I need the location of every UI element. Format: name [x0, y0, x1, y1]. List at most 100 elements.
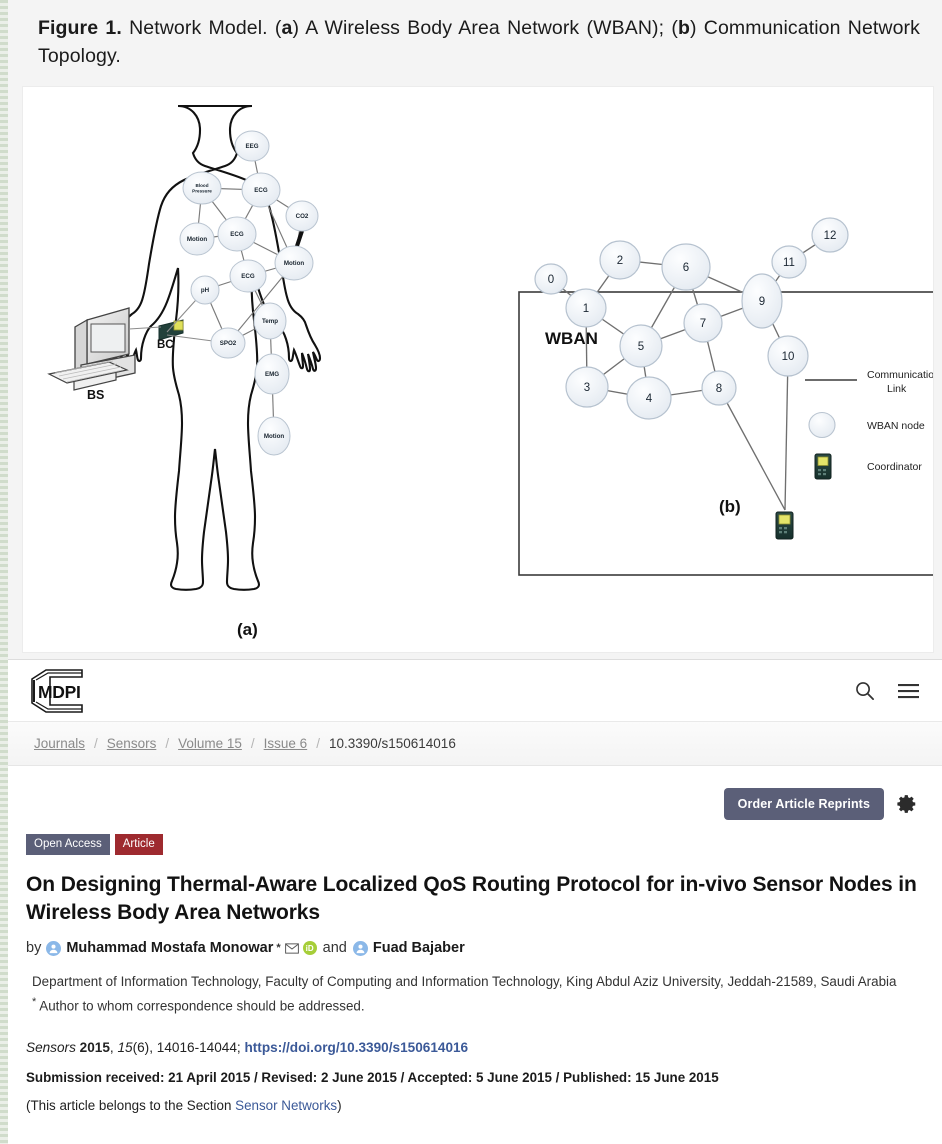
panel-a-body-diagram: BS BC EEGBloodPressure ECGCO2ECGMotionMo…	[47, 104, 322, 591]
avatar	[46, 940, 62, 956]
breadcrumb-item-doi: 10.3390/s150614016	[328, 736, 456, 751]
section-prefix: (This article belongs to the Section	[26, 1098, 236, 1114]
order-article-reprints-button[interactable]: Order Article Reprints	[723, 788, 884, 820]
legend-node-icon	[808, 411, 836, 439]
wban-node-5: 5	[619, 324, 663, 368]
avatar	[352, 940, 368, 956]
affiliation-block: Department of Information Technology, Fa…	[26, 972, 926, 1017]
mdpi-logo-text: MDPI	[38, 682, 81, 702]
sensor-node-bp: BloodPressure	[182, 171, 222, 205]
status-badge-article-type[interactable]: Article	[114, 834, 163, 855]
breadcrumb-item-sensors[interactable]: Sensors	[107, 736, 157, 751]
wban-node-3: 3	[565, 366, 609, 408]
wban-node-label: 2	[617, 255, 623, 267]
correspondence-note-text: Author to whom correspondence should be …	[39, 998, 365, 1014]
wban-node-10: 10	[767, 335, 809, 377]
citation-line: Sensors 2015, 15(6), 14016-14044; https:…	[26, 1037, 926, 1059]
correspondence-marker: *	[32, 996, 37, 1009]
article-action-row: Order Article Reprints	[26, 766, 926, 820]
wban-node-label: 3	[584, 382, 590, 394]
sensor-node-ph: pH	[190, 275, 220, 305]
section-suffix: )	[337, 1098, 342, 1114]
figure-caption-label: Figure 1.	[38, 17, 122, 39]
citation-comma2: ,	[149, 1040, 157, 1056]
breadcrumb: Journals / Sensors / Volume 15 / Issue 6…	[8, 722, 942, 766]
mdpi-logo[interactable]: MDPI	[26, 668, 92, 714]
sensor-node-label: pH	[201, 287, 210, 294]
sensor-node-label: Motion	[187, 236, 207, 243]
affiliation-text: Department of Information Technology, Fa…	[32, 974, 897, 990]
breadcrumb-item-journals[interactable]: Journals	[34, 736, 85, 751]
sensor-node-label: ECG	[254, 187, 268, 194]
by-label: by	[26, 940, 42, 957]
citation-volume: 15	[117, 1040, 133, 1056]
sensor-node-label: CO2	[296, 213, 309, 220]
author-name-1[interactable]: Muhammad Mostafa Monowar	[66, 940, 273, 956]
wban-node-11: 11	[771, 245, 807, 279]
citation-issue: (6)	[132, 1040, 150, 1056]
wban-node-0: 0	[534, 263, 568, 295]
left-edge-rail	[0, 0, 8, 1144]
wban-node-label: 9	[759, 296, 765, 308]
author-name-2[interactable]: Fuad Bajaber	[373, 940, 465, 956]
panel-b-topology: WBAN 0123456789101112 Communication Link…	[518, 217, 933, 576]
article-container: Order Article Reprints Open Access Artic…	[8, 766, 942, 1144]
sensor-node-label: ECG	[230, 231, 244, 238]
wban-node-label: 0	[548, 274, 554, 286]
sensor-node-label: Blood	[195, 183, 208, 188]
correspondence-note: * Author to whom correspondence should b…	[32, 994, 926, 1017]
base-station-icon	[47, 307, 136, 391]
wban-node-9: 9	[741, 273, 783, 329]
wban-node-2: 2	[599, 240, 641, 280]
section-link[interactable]: Sensor Networks	[235, 1098, 337, 1113]
author-list: by Muhammad Mostafa Monowar * iD and Fua…	[26, 940, 926, 956]
search-icon[interactable]	[854, 680, 875, 701]
orcid-icon[interactable]: iD	[302, 941, 317, 956]
wban-node-6: 6	[661, 243, 711, 291]
base-station-label: BS	[87, 388, 104, 402]
sensor-node-label: ECG	[241, 273, 255, 280]
breadcrumb-item-volume[interactable]: Volume 15	[178, 736, 242, 751]
and-label: and	[322, 940, 347, 957]
topology-coordinator-icon	[775, 511, 794, 540]
wban-node-label: 1	[583, 303, 589, 315]
figure-caption-b: b	[677, 17, 690, 39]
sensor-node-eeg: EEG	[234, 130, 270, 162]
wban-node-label: 5	[638, 341, 644, 353]
gear-icon[interactable]	[896, 793, 918, 815]
wban-node-label: 12	[824, 230, 837, 242]
legend-label-node: WBAN node	[867, 420, 925, 432]
doi-link[interactable]: https://doi.org/10.3390/s150614016	[244, 1040, 468, 1055]
sensor-node-spo2: SPO2	[210, 327, 246, 359]
mdpi-logo-icon: MDPI	[31, 668, 83, 713]
wban-node-label: 7	[700, 318, 706, 330]
figure-svg: BS BC EEGBloodPressure ECGCO2ECGMotionMo…	[47, 104, 933, 639]
sensor-node-label: Pressure	[192, 189, 212, 194]
sensor-node-co2: CO2	[285, 200, 319, 232]
sensor-node-emg: EMG	[254, 353, 290, 395]
wban-node-1: 1	[565, 288, 607, 328]
wban-node-4: 4	[626, 376, 672, 420]
hamburger-menu-icon[interactable]	[897, 682, 920, 700]
wban-node-label: 4	[646, 393, 653, 405]
sensor-node-label: Motion	[264, 433, 284, 440]
figure-overlay-panel: Figure 1. Network Model. (a) A Wireless …	[8, 0, 942, 660]
wban-node-label: 6	[683, 262, 689, 274]
sensor-node-mot3: Motion	[257, 416, 291, 456]
sensor-node-ecg3: ECG	[229, 259, 267, 293]
breadcrumb-item-issue[interactable]: Issue 6	[264, 736, 308, 751]
figure-caption-text-1: Network Model. (	[129, 17, 282, 39]
breadcrumb-separator: /	[94, 736, 98, 751]
sensor-node-label: EMG	[265, 371, 279, 378]
site-header: MDPI	[8, 660, 942, 722]
sensor-node-label: SPO2	[220, 340, 237, 347]
sensor-node-mot2: Motion	[274, 245, 314, 281]
sensor-node-temp: Temp	[253, 302, 287, 340]
article-section-line: (This article belongs to the Section Sen…	[26, 1098, 926, 1113]
email-icon[interactable]	[284, 943, 299, 954]
sensor-node-label: EEG	[245, 143, 258, 150]
status-badge-open-access[interactable]: Open Access	[26, 834, 110, 855]
figure-image-area: BS BC EEG Blood Pressure ECG CO2 ECG Mot…	[22, 86, 934, 653]
submission-history: Submission received: 21 April 2015 / Rev…	[26, 1070, 719, 1086]
breadcrumb-separator: /	[165, 736, 170, 751]
